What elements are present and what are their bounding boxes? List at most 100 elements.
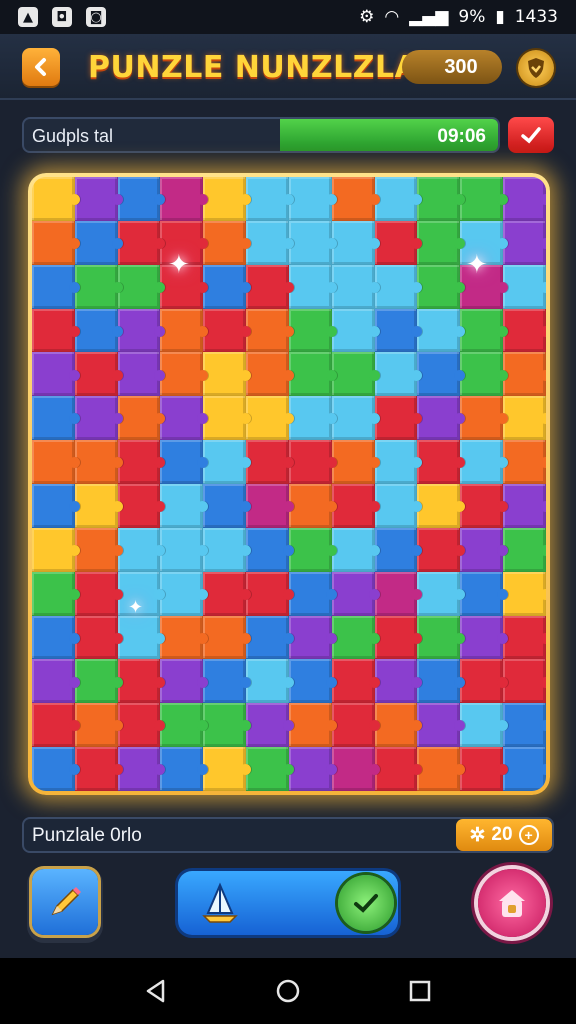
puzzle-piece[interactable]	[203, 440, 251, 484]
puzzle-piece[interactable]	[117, 264, 166, 309]
puzzle-piece[interactable]	[32, 747, 80, 791]
puzzle-piece[interactable]	[117, 440, 166, 484]
coin-counter[interactable]: 300	[402, 50, 502, 84]
puzzle-piece[interactable]	[460, 440, 508, 484]
puzzle-piece[interactable]	[246, 264, 294, 309]
puzzle-piece[interactable]	[288, 747, 337, 791]
puzzle-piece[interactable]	[74, 484, 123, 528]
puzzle-piece[interactable]	[32, 177, 80, 221]
puzzle-piece[interactable]	[460, 484, 508, 528]
hint-counter[interactable]: ✲ 20 +	[456, 819, 552, 851]
puzzle-piece[interactable]	[203, 177, 251, 221]
puzzle-piece[interactable]	[74, 264, 123, 309]
puzzle-piece[interactable]	[203, 659, 251, 704]
puzzle-piece[interactable]	[117, 615, 166, 660]
puzzle-piece[interactable]	[32, 440, 80, 484]
puzzle-piece[interactable]	[331, 703, 380, 748]
puzzle-piece[interactable]	[74, 747, 123, 791]
lock-button[interactable]	[478, 869, 546, 937]
puzzle-piece[interactable]	[374, 703, 423, 748]
puzzle-piece[interactable]	[246, 484, 294, 528]
puzzle-piece[interactable]	[74, 703, 123, 748]
puzzle-piece[interactable]	[503, 220, 546, 265]
home-nav-icon[interactable]	[275, 978, 301, 1004]
puzzle-piece[interactable]	[374, 352, 423, 397]
puzzle-piece[interactable]	[417, 615, 466, 660]
puzzle-piece[interactable]	[117, 177, 166, 221]
puzzle-piece[interactable]	[374, 264, 423, 309]
puzzle-piece[interactable]	[288, 220, 337, 265]
puzzle-piece[interactable]	[460, 396, 508, 441]
puzzle-piece[interactable]	[503, 484, 546, 528]
puzzle-piece[interactable]	[203, 264, 251, 309]
puzzle-piece[interactable]	[417, 571, 466, 616]
puzzle-piece[interactable]	[288, 659, 337, 704]
puzzle-piece[interactable]	[246, 440, 294, 484]
puzzle-piece[interactable]	[417, 352, 466, 397]
puzzle-piece[interactable]	[246, 747, 294, 791]
puzzle-piece[interactable]	[288, 484, 337, 528]
puzzle-piece[interactable]	[417, 703, 466, 748]
puzzle-piece[interactable]	[203, 747, 251, 791]
puzzle-piece[interactable]	[288, 571, 337, 616]
puzzle-piece[interactable]	[32, 352, 80, 397]
puzzle-piece[interactable]	[288, 615, 337, 660]
puzzle-piece[interactable]	[417, 527, 466, 572]
puzzle-piece[interactable]	[246, 396, 294, 441]
puzzle-piece[interactable]	[288, 396, 337, 441]
puzzle-piece[interactable]	[117, 747, 166, 791]
puzzle-piece[interactable]	[32, 659, 80, 704]
puzzle-piece[interactable]	[160, 484, 209, 528]
puzzle-piece[interactable]	[460, 352, 508, 397]
puzzle-piece[interactable]	[246, 177, 294, 221]
puzzle-piece[interactable]	[32, 484, 80, 528]
puzzle-piece[interactable]	[246, 659, 294, 704]
puzzle-piece[interactable]	[503, 440, 546, 484]
puzzle-piece[interactable]	[331, 220, 380, 265]
puzzle-piece[interactable]	[417, 177, 466, 221]
puzzle-piece[interactable]	[203, 308, 251, 353]
puzzle-piece[interactable]	[32, 615, 80, 660]
puzzle-piece[interactable]	[160, 703, 209, 748]
puzzle-piece[interactable]	[117, 352, 166, 397]
puzzle-piece[interactable]	[417, 308, 466, 353]
puzzle-piece[interactable]	[331, 396, 380, 441]
puzzle-piece[interactable]	[288, 703, 337, 748]
puzzle-piece[interactable]	[117, 527, 166, 572]
puzzle-piece[interactable]	[160, 571, 209, 616]
puzzle-piece[interactable]	[203, 220, 251, 265]
puzzle-piece[interactable]	[460, 659, 508, 704]
puzzle-piece[interactable]	[503, 571, 546, 616]
shield-button[interactable]	[518, 50, 554, 86]
puzzle-piece[interactable]	[503, 703, 546, 748]
puzzle-piece[interactable]	[74, 659, 123, 704]
puzzle-piece[interactable]	[74, 177, 123, 221]
puzzle-piece[interactable]	[246, 220, 294, 265]
puzzle-piece[interactable]	[374, 220, 423, 265]
puzzle-piece[interactable]	[160, 615, 209, 660]
puzzle-piece[interactable]	[160, 747, 209, 791]
puzzle-piece[interactable]	[331, 308, 380, 353]
puzzle-piece[interactable]	[417, 747, 466, 791]
puzzle-piece[interactable]	[32, 703, 80, 748]
puzzle-piece[interactable]	[203, 571, 251, 616]
puzzle-piece[interactable]	[246, 352, 294, 397]
puzzle-piece[interactable]	[460, 703, 508, 748]
puzzle-piece[interactable]	[74, 220, 123, 265]
puzzle-piece[interactable]	[417, 220, 466, 265]
recents-nav-icon[interactable]	[407, 978, 433, 1004]
puzzle-piece[interactable]	[203, 484, 251, 528]
puzzle-piece[interactable]	[32, 264, 80, 309]
puzzle-piece[interactable]	[374, 177, 423, 221]
puzzle-piece[interactable]	[160, 220, 209, 265]
puzzle-piece[interactable]	[246, 703, 294, 748]
puzzle-board[interactable]	[32, 177, 546, 791]
pencil-button[interactable]	[32, 869, 98, 935]
puzzle-piece[interactable]	[32, 571, 80, 616]
puzzle-piece[interactable]	[417, 440, 466, 484]
puzzle-piece[interactable]	[117, 220, 166, 265]
puzzle-piece[interactable]	[203, 396, 251, 441]
puzzle-piece[interactable]	[460, 177, 508, 221]
puzzle-piece[interactable]	[117, 484, 166, 528]
puzzle-piece[interactable]	[417, 264, 466, 309]
